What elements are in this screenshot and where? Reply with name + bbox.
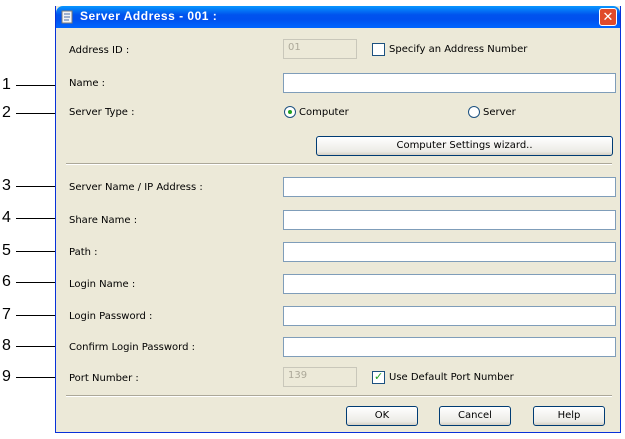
- server-name-label: Server Name / IP Address :: [69, 182, 203, 193]
- callout-number: 1: [2, 76, 11, 93]
- callout-number: 5: [2, 242, 11, 259]
- login-password-label: Login Password :: [69, 311, 153, 322]
- check-icon: ✓: [374, 370, 384, 383]
- radio-server[interactable]: [468, 106, 480, 118]
- callout-number: 2: [2, 104, 11, 121]
- computer-settings-wizard-button[interactable]: Computer Settings wizard..: [316, 136, 613, 156]
- callout-number: 6: [2, 273, 11, 290]
- separator: [66, 163, 612, 165]
- close-icon: ✕: [602, 10, 614, 25]
- path-label: Path :: [69, 247, 98, 258]
- callout-number: 7: [2, 306, 11, 323]
- login-password-input[interactable]: [283, 306, 616, 326]
- use-default-port-checkbox[interactable]: ✓: [372, 370, 385, 384]
- share-name-label: Share Name :: [69, 215, 138, 226]
- specify-address-number-checkbox[interactable]: [372, 43, 385, 56]
- server-address-dialog: Server Address - 001 : ✕ Address ID : 01…: [55, 6, 621, 433]
- window-title: Server Address - 001 :: [80, 9, 218, 23]
- ok-button[interactable]: OK: [346, 406, 418, 426]
- port-number-field: 139: [283, 367, 357, 387]
- server-name-input[interactable]: [283, 177, 616, 197]
- callout-4: 4: [0, 209, 68, 226]
- confirm-password-label: Confirm Login Password :: [69, 342, 196, 353]
- server-type-label: Server Type :: [69, 107, 135, 118]
- address-id-label: Address ID :: [69, 45, 130, 56]
- radio-computer[interactable]: [284, 106, 296, 118]
- share-name-input[interactable]: [283, 210, 616, 230]
- radio-selected-dot: [288, 110, 292, 114]
- callout-5: 5: [0, 242, 68, 259]
- name-input[interactable]: [283, 73, 616, 93]
- callout-number: 9: [2, 368, 11, 385]
- radio-server-label: Server: [483, 107, 516, 118]
- radio-computer-label: Computer: [299, 107, 349, 118]
- login-name-label: Login Name :: [69, 279, 136, 290]
- confirm-password-input[interactable]: [283, 337, 616, 357]
- name-label: Name :: [69, 78, 106, 89]
- path-input[interactable]: [283, 242, 616, 262]
- callout-number: 8: [2, 337, 11, 354]
- specify-address-number-label: Specify an Address Number: [389, 44, 528, 55]
- callout-1: 1: [0, 76, 68, 93]
- callout-3: 3: [0, 177, 68, 194]
- use-default-port-label: Use Default Port Number: [389, 372, 514, 383]
- separator: [66, 395, 612, 397]
- callout-7: 7: [0, 306, 68, 323]
- callout-9: 9: [0, 368, 68, 385]
- port-number-label: Port Number :: [69, 373, 139, 384]
- callout-8: 8: [0, 337, 68, 354]
- callout-number: 4: [2, 209, 11, 226]
- help-button[interactable]: Help: [533, 406, 605, 426]
- login-name-input[interactable]: [283, 274, 616, 294]
- callout-2: 2: [0, 104, 68, 121]
- callout-column: 1 2 3 4 5 6 7 8 9: [0, 0, 68, 439]
- close-button[interactable]: ✕: [599, 8, 617, 26]
- address-id-field: 01: [283, 39, 357, 59]
- cancel-button[interactable]: Cancel: [439, 406, 511, 426]
- callout-number: 3: [2, 177, 11, 194]
- callout-6: 6: [0, 273, 68, 290]
- address-book-icon: [61, 10, 73, 24]
- title-bar[interactable]: Server Address - 001 : ✕: [56, 6, 620, 28]
